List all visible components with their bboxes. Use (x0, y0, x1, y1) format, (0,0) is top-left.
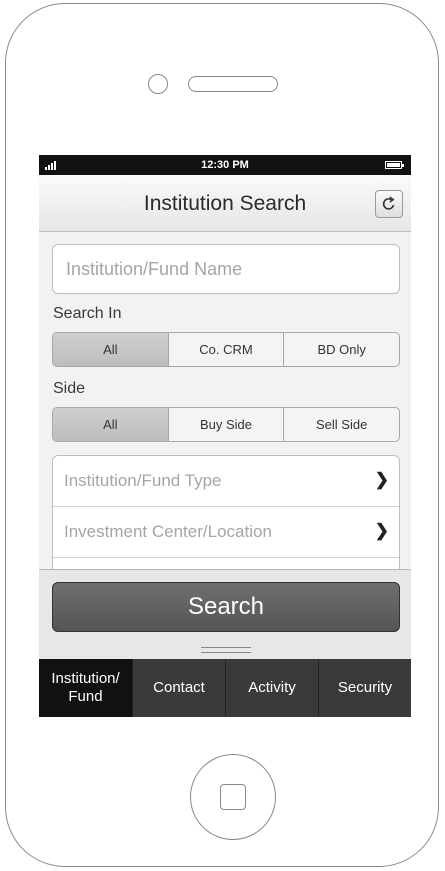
camera-icon (148, 74, 168, 94)
search-footer: Search (39, 569, 411, 660)
tab-activity[interactable]: Activity (225, 659, 318, 717)
search-in-bd-only[interactable]: BD Only (283, 333, 399, 366)
side-sell-side[interactable]: Sell Side (283, 408, 399, 441)
side-label: Side (53, 380, 86, 397)
refresh-button[interactable] (375, 190, 403, 218)
drag-handle-icon[interactable] (201, 647, 251, 653)
search-in-segmented-control: All Co. CRM BD Only (52, 332, 400, 367)
filter-item-label: Investment Center/Location (64, 522, 272, 541)
side-all[interactable]: All (53, 408, 168, 441)
status-bar: 12:30 PM (39, 155, 411, 175)
filter-list: Institution/Fund Type ❯ Investment Cente… (52, 455, 400, 585)
app-screen: 12:30 PM Institution Search Search In Al… (39, 155, 411, 717)
status-time: 12:30 PM (201, 159, 249, 171)
refresh-icon (382, 196, 395, 210)
search-in-all[interactable]: All (53, 333, 168, 366)
search-in-label: Search In (53, 305, 122, 322)
search-in-co-crm[interactable]: Co. CRM (167, 333, 284, 366)
tab-contact[interactable]: Contact (132, 659, 225, 717)
speaker-grille (188, 76, 278, 92)
tab-bar: Institution/ Fund Contact Activity Secur… (39, 659, 411, 717)
nav-bar: Institution Search (39, 175, 411, 232)
tab-label: Institution/ Fund (51, 670, 120, 705)
chevron-right-icon: ❯ (374, 470, 389, 489)
tab-institution-fund[interactable]: Institution/ Fund (39, 659, 132, 717)
tab-label: Security (337, 679, 393, 696)
filter-item-label: Institution/Fund Type (64, 471, 222, 490)
home-square-icon (220, 784, 246, 810)
filter-item-location[interactable]: Investment Center/Location ❯ (53, 507, 399, 558)
tab-label: Contact (153, 679, 205, 696)
institution-name-input[interactable] (64, 245, 388, 293)
page-title: Institution Search (143, 192, 307, 215)
battery-icon (385, 161, 404, 169)
search-button[interactable]: Search (52, 582, 400, 632)
filter-item-fund-type[interactable]: Institution/Fund Type ❯ (53, 456, 399, 507)
name-search-field (52, 244, 400, 294)
home-button[interactable] (190, 754, 276, 840)
side-segmented-control: All Buy Side Sell Side (52, 407, 400, 442)
tab-security[interactable]: Security (318, 659, 411, 717)
side-buy-side[interactable]: Buy Side (167, 408, 284, 441)
tab-label: Activity (248, 679, 296, 696)
chevron-right-icon: ❯ (374, 521, 389, 540)
